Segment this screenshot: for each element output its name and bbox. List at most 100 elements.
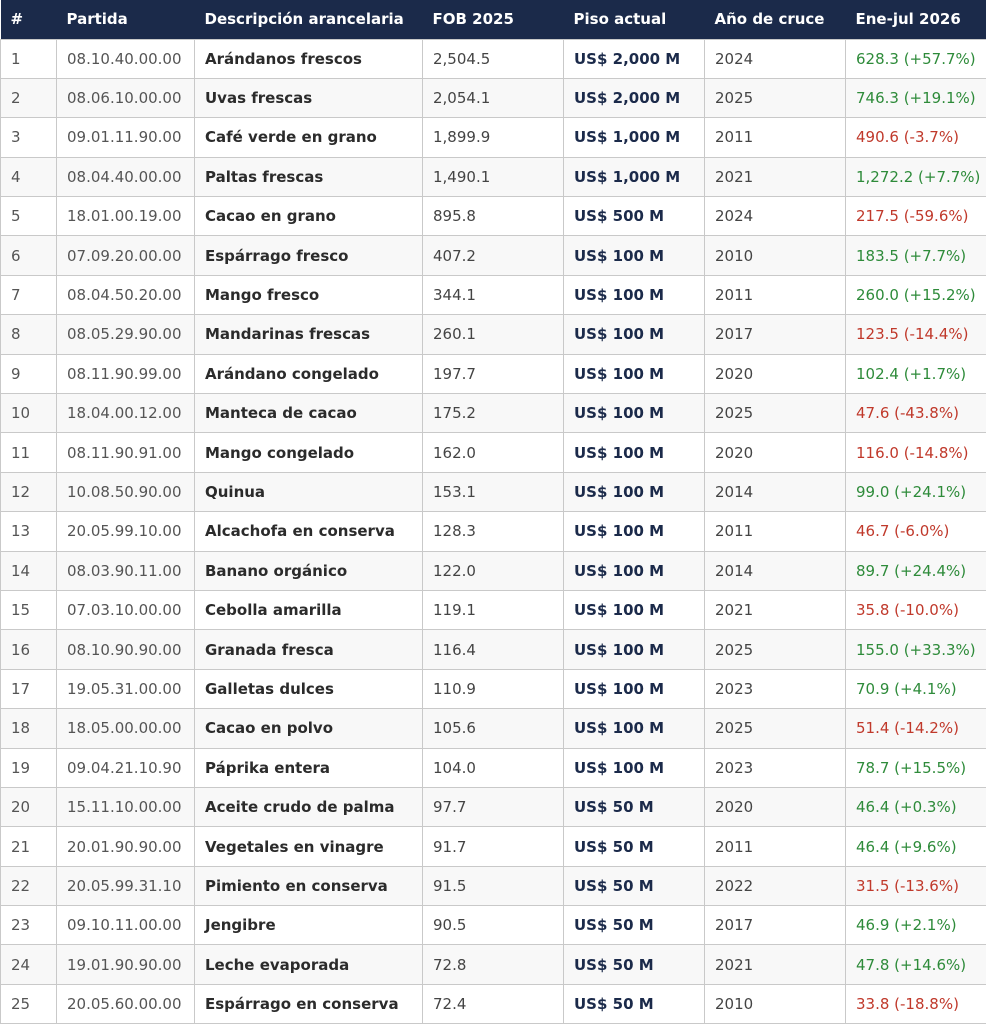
cell-anio-cruce: 2025 [704, 77, 846, 119]
cell-fob-2025: 119.1 [422, 589, 564, 631]
cell-index: 9 [0, 353, 57, 395]
cell-fob-2025: 91.7 [422, 826, 564, 867]
cell-fob-2025: 72.8 [422, 944, 564, 985]
cell-fob-2025: 104.0 [422, 747, 564, 788]
cell-descripcion: Mango fresco [194, 274, 423, 316]
cell-fob-2025: 91.5 [422, 865, 564, 907]
cell-descripcion: Vegetales en vinagre [194, 826, 423, 867]
cell-fob-2025: 116.4 [422, 629, 564, 670]
cell-partida: 08.10.90.90.00 [56, 629, 195, 670]
cell-partida: 09.01.11.90.00 [56, 117, 195, 158]
cell-anio-cruce: 2020 [704, 353, 846, 395]
cell-ene-jul-2026: 89.7 (+24.4%) [845, 550, 986, 591]
cell-descripcion: Aceite crudo de palma [194, 786, 423, 828]
cell-partida: 08.11.90.91.00 [56, 432, 195, 473]
cell-piso-actual: US$ 50 M [563, 865, 705, 907]
cell-anio-cruce: 2010 [704, 983, 846, 1024]
cell-ene-jul-2026: 46.7 (-6.0%) [845, 511, 986, 552]
cell-piso-actual: US$ 50 M [563, 944, 705, 985]
cell-anio-cruce: 2014 [704, 471, 846, 513]
cell-fob-2025: 260.1 [422, 314, 564, 355]
table-row: 20 15.11.10.00.00 Aceite crudo de palma 97.… [0, 786, 986, 828]
cell-index: 11 [0, 432, 57, 473]
cell-index: 6 [0, 235, 57, 276]
cell-ene-jul-2026: 35.8 (-10.0%) [845, 589, 986, 631]
cell-fob-2025: 344.1 [422, 274, 564, 316]
cell-partida: 18.05.00.00.00 [56, 708, 195, 749]
cell-partida: 20.05.99.31.10 [56, 865, 195, 907]
cell-anio-cruce: 2010 [704, 235, 846, 276]
cell-ene-jul-2026: 46.4 (+9.6%) [845, 826, 986, 867]
cell-partida: 07.09.20.00.00 [56, 235, 195, 276]
cell-partida: 08.05.29.90.00 [56, 314, 195, 355]
cell-piso-actual: US$ 1,000 M [563, 156, 705, 198]
cell-piso-actual: US$ 2,000 M [563, 77, 705, 119]
cell-index: 17 [0, 668, 57, 710]
cell-fob-2025: 110.9 [422, 668, 564, 710]
table-row: 4 08.04.40.00.00 Paltas frescas 1,490.1 US$ … [0, 156, 986, 198]
cell-descripcion: Mango congelado [194, 432, 423, 473]
cell-partida: 09.10.11.00.00 [56, 905, 195, 946]
table-row: 6 07.09.20.00.00 Espárrago fresco 407.2 US$ … [0, 235, 986, 276]
cell-piso-actual: US$ 50 M [563, 905, 705, 946]
cell-index: 19 [0, 747, 57, 788]
header-ene-jul-2026: Ene-jul 2026 [845, 0, 986, 39]
cell-anio-cruce: 2024 [704, 196, 846, 237]
cell-descripcion: Banano orgánico [194, 550, 423, 591]
table-row: 5 18.01.00.19.00 Cacao en grano 895.8 US$ 50… [0, 196, 986, 237]
cell-index: 12 [0, 471, 57, 513]
table-row: 12 10.08.50.90.00 Quinua 153.1 US$ 100 M 2014… [0, 471, 986, 513]
cell-ene-jul-2026: 217.5 (-59.6%) [845, 196, 986, 237]
table-row: 13 20.05.99.10.00 Alcachofa en conserva 128… [0, 511, 986, 552]
cell-fob-2025: 128.3 [422, 511, 564, 552]
cell-descripcion: Cebolla amarilla [194, 589, 423, 631]
cell-descripcion: Galletas dulces [194, 668, 423, 710]
cell-anio-cruce: 2011 [704, 826, 846, 867]
cell-fob-2025: 97.7 [422, 786, 564, 828]
cell-ene-jul-2026: 490.6 (-3.7%) [845, 117, 986, 158]
cell-index: 4 [0, 156, 57, 198]
table-row: 14 08.03.90.11.00 Banano orgánico 122.0 US$ … [0, 550, 986, 591]
cell-ene-jul-2026: 33.8 (-18.8%) [845, 983, 986, 1024]
cell-piso-actual: US$ 100 M [563, 314, 705, 355]
cell-fob-2025: 175.2 [422, 393, 564, 434]
table-body: 1 08.10.40.00.00 Arándanos frescos 2,504.5 U… [0, 38, 986, 1024]
cell-descripcion: Granada fresca [194, 629, 423, 670]
cell-piso-actual: US$ 100 M [563, 471, 705, 513]
cell-descripcion: Arándano congelado [194, 353, 423, 395]
cell-index: 22 [0, 865, 57, 907]
cell-index: 3 [0, 117, 57, 158]
cell-ene-jul-2026: 1,272.2 (+7.7%) [845, 156, 986, 198]
cell-anio-cruce: 2021 [704, 944, 846, 985]
cell-anio-cruce: 2024 [704, 38, 846, 79]
cell-ene-jul-2026: 102.4 (+1.7%) [845, 353, 986, 395]
table-row: 21 20.01.90.90.00 Vegetales en vinagre 91.7… [0, 826, 986, 867]
cell-descripcion: Páprika entera [194, 747, 423, 788]
header-fob-2025: FOB 2025 [422, 0, 564, 39]
table-row: 2 08.06.10.00.00 Uvas frescas 2,054.1 US$ 2,… [0, 77, 986, 119]
cell-piso-actual: US$ 500 M [563, 196, 705, 237]
cell-partida: 07.03.10.00.00 [56, 589, 195, 631]
cell-piso-actual: US$ 100 M [563, 432, 705, 473]
cell-partida: 20.05.99.10.00 [56, 511, 195, 552]
cell-index: 18 [0, 708, 57, 749]
cell-fob-2025: 2,054.1 [422, 77, 564, 119]
cell-index: 5 [0, 196, 57, 237]
cell-index: 1 [0, 38, 57, 79]
cell-descripcion: Espárrago en conserva [194, 983, 423, 1024]
cell-piso-actual: US$ 100 M [563, 550, 705, 591]
cell-ene-jul-2026: 746.3 (+19.1%) [845, 77, 986, 119]
cell-index: 25 [0, 983, 57, 1024]
cell-descripcion: Alcachofa en conserva [194, 511, 423, 552]
cell-fob-2025: 1,490.1 [422, 156, 564, 198]
cell-index: 13 [0, 511, 57, 552]
cell-index: 2 [0, 77, 57, 119]
cell-anio-cruce: 2014 [704, 550, 846, 591]
table-row: 17 19.05.31.00.00 Galletas dulces 110.9 US$ … [0, 668, 986, 710]
cell-descripcion: Cacao en grano [194, 196, 423, 237]
cell-fob-2025: 895.8 [422, 196, 564, 237]
table-row: 9 08.11.90.99.00 Arándano congelado 197.7 US… [0, 353, 986, 395]
cell-anio-cruce: 2023 [704, 668, 846, 710]
cell-partida: 08.03.90.11.00 [56, 550, 195, 591]
cell-partida: 19.01.90.90.00 [56, 944, 195, 985]
